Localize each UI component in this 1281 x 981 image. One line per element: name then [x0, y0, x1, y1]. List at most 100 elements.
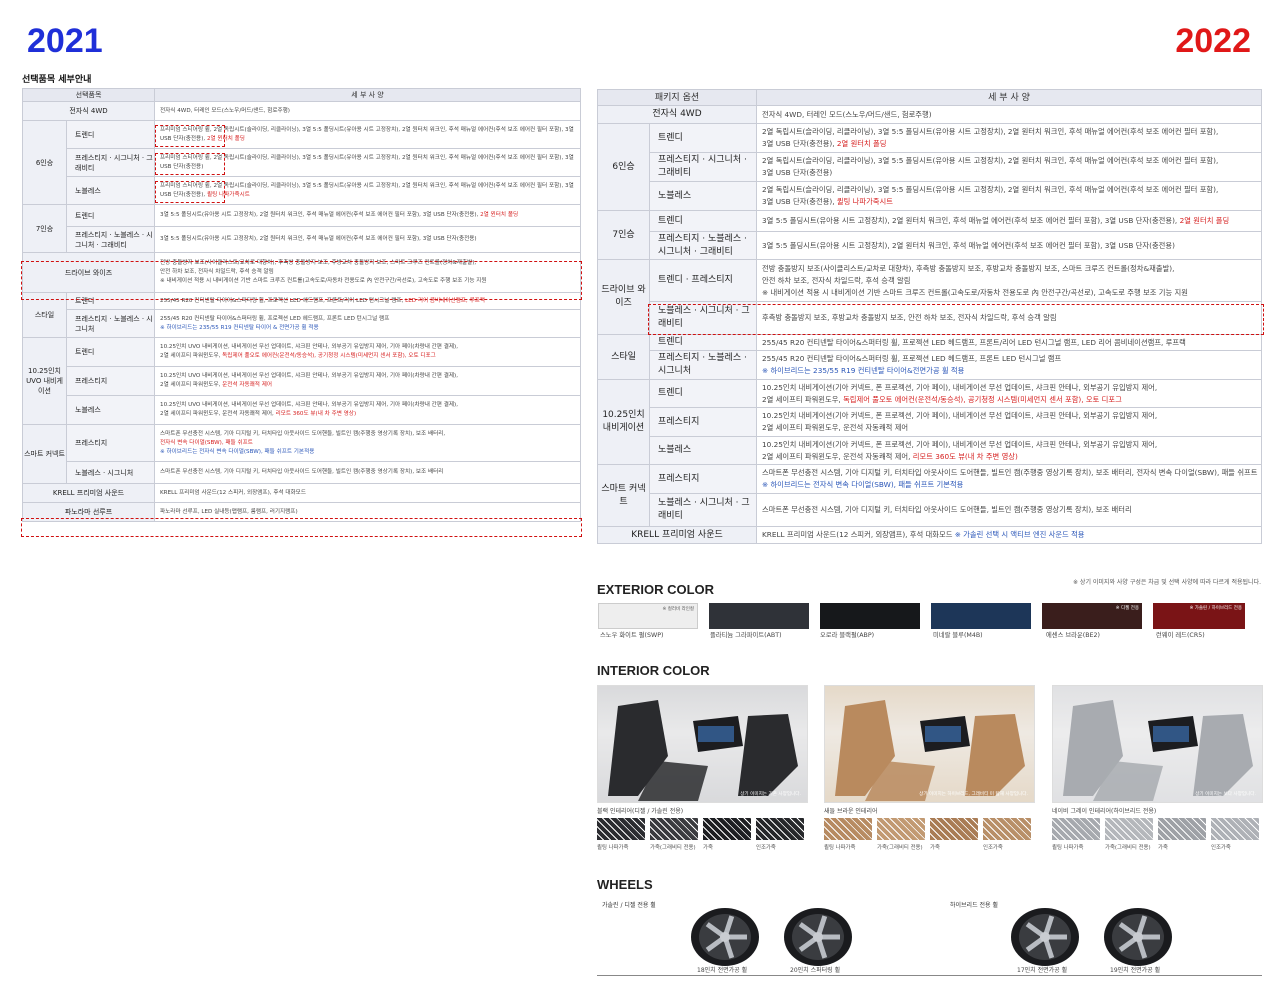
wheel-image	[1098, 907, 1178, 967]
group-smart: 스마트 커넥트	[597, 464, 650, 527]
spec-text: 2열 세이프티 파워윈도우,	[762, 394, 841, 404]
spec-cell: KRELL 프리미엄 사운드(12 스피커, 외장앰프), 후석 대화모드 ※ …	[756, 526, 1262, 544]
material-label: 가죽(그래비티 전용)	[650, 845, 696, 851]
spec-highlight: 리모트 360도 뷰(내 차 주변 영상)	[912, 451, 1018, 461]
spec-line: 2열 세이프티 파워윈도우, 운전석 자동쾌적 제어	[160, 381, 579, 390]
seat-illustration	[598, 686, 807, 802]
material-swatch	[597, 818, 645, 840]
spec-line: 10.25인치 내비게이션(기아 커넥트, 폰 프로젝션, 기아 페이), 내비…	[762, 382, 1158, 392]
swatch-label: 오로라 블랙펄(ABP)	[820, 632, 875, 639]
spec-line: 10.25인치 UVO 내비게이션, 내비게이션 무선 업데이트, 샤크핀 안테…	[160, 402, 458, 408]
swatch-label: 런웨이 레드(CR5)	[1156, 632, 1205, 639]
wheel-label: 18인치 전면가공 휠	[697, 967, 748, 974]
spec-line: ※ 내비게이션 적용 시 내비게이션 기반 스마트 크루즈 컨트롤(고속도로/자…	[762, 287, 1188, 297]
spec-note: ※ 하이브리드는 전자식 변속 다이얼(SBW), 패들 쉬프트 기본적용	[160, 448, 315, 455]
material-label: 인조가죽	[1211, 845, 1231, 851]
material-label: 가죽	[930, 845, 940, 851]
spec-text: 3열 5:5 폴딩시트(유아용 시트 고정장치), 2열 원터치 워크인, 후석…	[160, 212, 479, 218]
row-awd: 전자식 4WD	[21, 101, 156, 121]
spec-highlight: 운전석 자동쾌적 제어	[222, 382, 273, 388]
group-nav: 10.25인치 UVO 내비게이션	[22, 337, 67, 425]
spec-cell: 255/45 R20 컨티넨탈 타이어&스퍼터링 휠, 프로젝션 LED 헤드램…	[756, 350, 1262, 380]
row-smart-noblesse: 노블레스 · 시그니처 · 그래비티	[648, 493, 758, 527]
row-nav-prestige: 프레스티지	[65, 366, 156, 396]
spec-cell: 10.25인치 UVO 내비게이션, 내비게이션 무선 업데이트, 샤크핀 안테…	[154, 395, 581, 425]
material-swatch	[1052, 818, 1100, 840]
interior-caption: 상기 이미지는 보다 사양입니다.	[1195, 792, 1256, 797]
material-label: 인조가죽	[756, 845, 776, 851]
spec-cell: 2열 독립시트(슬라이딩, 리클라이닝), 3열 5:5 폴딩시트(유아용 시트…	[756, 152, 1262, 182]
material-swatch	[1105, 818, 1153, 840]
spec-text: 2열 세이프티 파워윈도우,	[160, 353, 221, 359]
col-header-option: 선택품목	[21, 88, 156, 102]
row-style-prestige: 프레스티지 · 노블레스 · 시그니처	[65, 309, 156, 338]
interior-label: 새들 브라운 인테리어	[824, 808, 878, 815]
spec-line: 안전 하차 보조, 전자식 차일드락, 후석 승객 알림	[762, 275, 911, 285]
swatch-label: 에센스 브라운(BE2)	[1046, 632, 1100, 639]
spec-text: 2열 세이프티 파워윈도우, 운전석 자동쾌적 제어,	[762, 451, 911, 461]
wheel-image	[778, 907, 858, 967]
interior-caption: 상기 이미지는 기존 사양입니다.	[740, 792, 801, 797]
interior-title: INTERIOR COLOR	[597, 663, 710, 678]
material-swatch	[877, 818, 925, 840]
swatch-tag: ※ 디젤 전용	[1115, 606, 1139, 611]
row-krell: KRELL 프리미엄 사운드	[596, 526, 758, 544]
swatch-label: 미네랄 블루(M4B)	[933, 632, 983, 639]
color-swatch	[931, 603, 1031, 629]
interior-caption: 상기 이미지는 하이브리드, 그래비티 미 탑재 사양입니다.	[919, 792, 1028, 797]
col-header-spec: 세 부 사 양	[154, 88, 581, 102]
row-awd: 전자식 4WD	[596, 105, 758, 124]
spec-cell: 3열 5:5 폴딩시트(유아용 시트 고정장치), 2열 원터치 워크인, 후석…	[154, 204, 581, 227]
color-swatch	[820, 603, 920, 629]
row-6-trendy: 트렌디	[648, 123, 758, 153]
swatch-tag: ※ 컬러비 라인컬	[662, 607, 694, 612]
spec-text: 255/45 R20 컨티넨탈 타이어&스퍼터링 휠, 프로젝션 LED 헤드램…	[756, 334, 1262, 351]
spec-cell: 3열 5:5 폴딩시트(유아용 시트 고정장치), 2열 원터치 워크인, 후석…	[756, 210, 1262, 232]
section-title: 선택품목 세부안내	[22, 75, 92, 85]
interior-image: 상기 이미지는 하이브리드, 그래비티 미 탑재 사양입니다.	[824, 685, 1035, 803]
spec-line: 2열 독립시트(슬라이딩, 리클라이닝), 3열 5:5 폴딩시트(유아용 시트…	[762, 156, 1219, 165]
row-nav-noblesse: 노블레스	[65, 395, 156, 425]
highlight-panorama-row	[21, 518, 582, 537]
spec-cell: 스마트폰 무선충전 시스템, 기아 디지털 키, 터치타입 아웃사이드 도어핸들…	[154, 424, 581, 462]
interior-image: 상기 이미지는 보다 사양입니다.	[1052, 685, 1263, 803]
spec-text: 스마트폰 무선충전 시스템, 기아 디지털 키, 터치타입 아웃사이드 도어핸들…	[756, 493, 1262, 527]
spec-highlight: 독립제어 풀오토 에어컨(운전석/동승석), 공기청정 시스템(미세먼지 센서 …	[222, 353, 436, 359]
highlight-steering-noblesse	[155, 181, 225, 203]
material-swatch	[1211, 818, 1259, 840]
row-style-prestige: 프레스티지 · 노블레스 · 시그니처	[648, 350, 758, 380]
row-7-trendy: 트렌디	[65, 204, 156, 227]
spec-line: 2열 세이프티 파워윈도우, 운전석 자동쾌적 제어, 리모트 360도 뷰(내…	[160, 410, 579, 419]
year-2021: 2021	[27, 22, 103, 60]
spec-line: 10.25인치 내비게이션(기아 커넥트, 폰 프로젝션, 기아 페이), 내비…	[762, 411, 1158, 420]
spec-cell: 10.25인치 내비게이션(기아 커넥트, 폰 프로젝션, 기아 페이), 내비…	[756, 379, 1262, 408]
spec-line: 2열 세이프티 파워윈도우, 운전석 자동쾌적 제어	[762, 423, 909, 432]
material-label: 가죽(그래비티 전용)	[877, 845, 923, 851]
spec-line: 2열 독립시트(슬라이딩, 리클라이닝), 3열 5:5 폴딩시트(유아용 시트…	[762, 127, 1219, 136]
color-swatch: ※ 디젤 전용	[1042, 603, 1142, 629]
row-nav-trendy: 트렌디	[65, 337, 156, 367]
color-swatch	[709, 603, 809, 629]
material-label: 퀼팅 나파가죽	[824, 845, 856, 851]
group-6-seat: 6인승	[22, 120, 67, 205]
spec-line: 3열 USB 단자(충전용), 퀼팅 나파가죽시트	[762, 196, 1260, 208]
spec-text: 3열 USB 단자(충전용),	[762, 139, 835, 148]
highlight-steering-trendy	[155, 125, 225, 147]
spec-cell: 2열 독립시트(슬라이딩, 리클라이닝), 3열 5:5 폴딩시트(유아용 시트…	[756, 181, 1262, 211]
group-7-seat: 7인승	[22, 204, 67, 253]
spec-highlight: 2열 윈터치 폴딩	[480, 212, 519, 218]
material-label: 가죽(그래비티 전용)	[1105, 845, 1151, 851]
color-swatch: ※ 컬러비 라인컬	[598, 603, 698, 629]
spec-cell: 255/45 R20 컨티넨탈 타이어&스퍼터링 휠, 프로젝션 LED 헤드램…	[154, 309, 581, 338]
row-nav-prestige: 프레스티지	[648, 407, 758, 437]
spec-note: ※ 하이브리드는 235/55 R19 컨티넨탈 타이어&전면가공 휠 적용	[762, 366, 965, 375]
spec-line: 스마트폰 무선충전 시스템, 기아 디지털 키, 터치타입 아웃사이드 도어핸들…	[762, 468, 1258, 477]
spec-line: 2열 독립시트(슬라이딩, 리클라이닝), 3열 5:5 폴딩시트(유아용 시트…	[762, 185, 1219, 194]
spec-line: 2열 세이프티 파워윈도우, 독립제어 풀오토 에어컨(운전석/동승석), 공기…	[762, 394, 1260, 406]
group-style: 스타일	[597, 334, 650, 380]
row-6-noblesse: 노블레스	[65, 176, 156, 205]
material-swatch	[930, 818, 978, 840]
row-7-trendy: 트렌디	[648, 210, 758, 232]
row-smart-prestige: 프레스티지	[648, 464, 758, 494]
year-2022: 2022	[1175, 22, 1251, 60]
